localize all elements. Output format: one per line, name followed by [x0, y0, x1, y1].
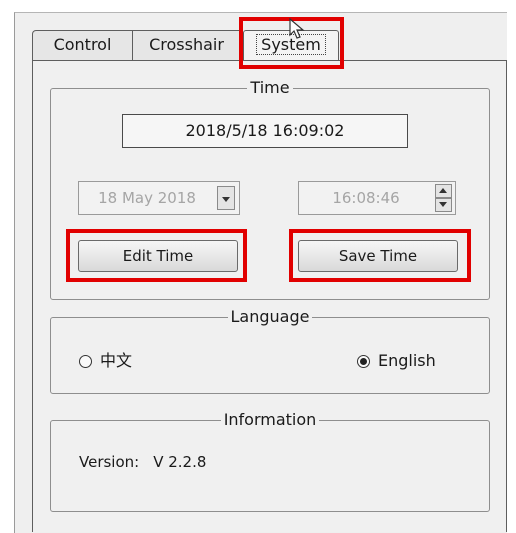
tab-crosshair[interactable]: Crosshair	[133, 30, 241, 60]
spin-up-icon[interactable]	[435, 184, 452, 198]
date-combo[interactable]: 18 May 2018	[78, 181, 240, 215]
mouse-pointer-icon	[289, 18, 305, 39]
language-option-english[interactable]: English	[357, 350, 436, 372]
version-label: Version:	[79, 453, 140, 471]
chevron-down-icon[interactable]	[217, 186, 235, 210]
highlight-box-edit-time	[66, 229, 247, 282]
version-row: Version: V 2.2.8	[79, 452, 206, 472]
current-datetime-display: 2018/5/18 16:09:02	[122, 114, 408, 148]
highlight-box-save-time	[289, 229, 471, 282]
radio-icon[interactable]	[79, 355, 92, 368]
language-option-chinese[interactable]: 中文	[79, 350, 132, 372]
spin-down-icon[interactable]	[435, 198, 452, 212]
version-value: V 2.2.8	[153, 453, 207, 471]
date-value: 18 May 2018	[98, 189, 196, 207]
time-spinbox[interactable]: 16:08:46	[298, 181, 456, 215]
tab-control[interactable]: Control	[32, 30, 133, 60]
language-option-label: 中文	[100, 351, 133, 370]
radio-checked-icon[interactable]	[357, 355, 370, 368]
time-value: 16:08:46	[332, 189, 400, 207]
language-option-label: English	[378, 351, 436, 370]
